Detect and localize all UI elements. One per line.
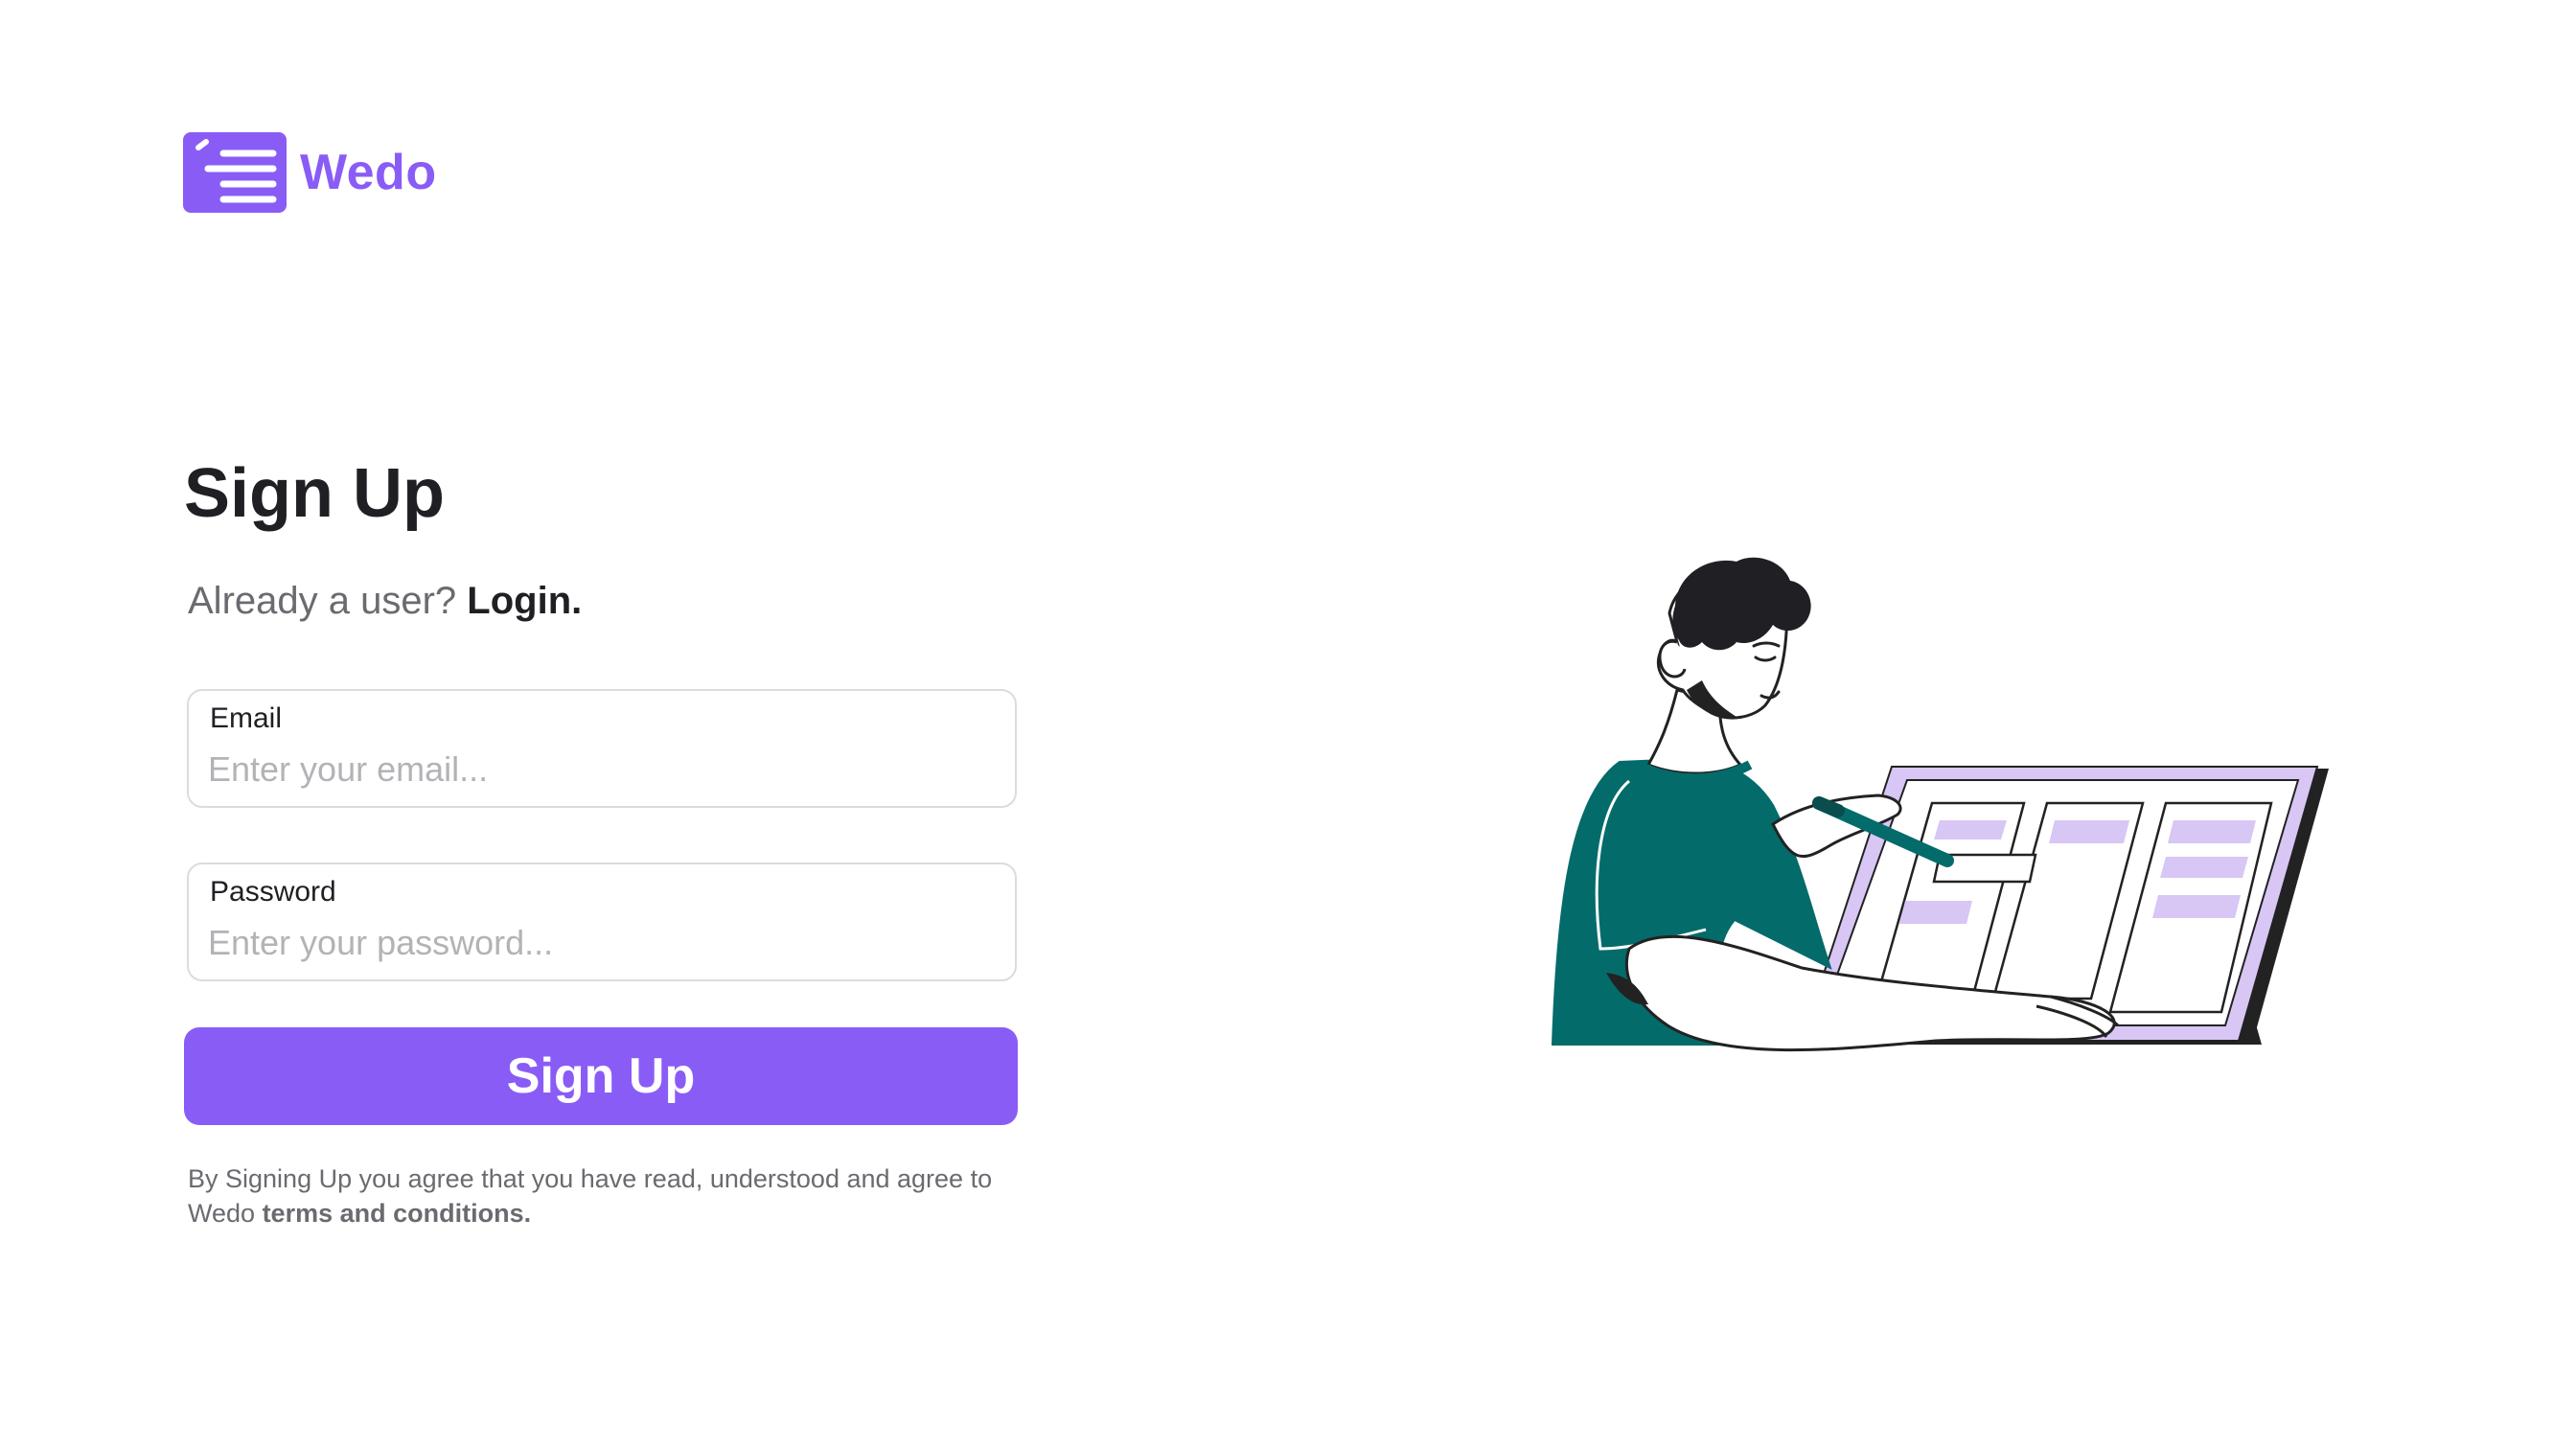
email-input[interactable] <box>208 747 994 793</box>
signup-illustration <box>1514 546 2358 1121</box>
signup-page: Wedo Sign Up Already a user? Login. Emai… <box>0 0 2576 1449</box>
login-prompt: Already a user? Login. <box>184 577 1018 625</box>
page-title: Sign Up <box>184 455 445 532</box>
terms-notice: By Signing Up you agree that you have re… <box>188 1162 1022 1230</box>
checklist-icon <box>183 132 287 213</box>
brand-name: Wedo <box>300 145 437 200</box>
password-input[interactable] <box>208 920 994 966</box>
signup-button[interactable]: Sign Up <box>184 1027 1018 1125</box>
email-field[interactable]: Email <box>187 689 1017 808</box>
signup-form: Sign Up Already a user? Login. Email Pas… <box>184 450 1018 1228</box>
login-prompt-text: Already a user? <box>188 580 457 622</box>
password-field[interactable]: Password <box>187 862 1017 981</box>
login-link[interactable]: Login. <box>467 580 582 622</box>
brand-logo[interactable]: Wedo <box>183 132 437 213</box>
password-label: Password <box>210 876 336 908</box>
email-label: Email <box>210 702 283 734</box>
terms-link[interactable]: terms and conditions. <box>263 1199 532 1228</box>
